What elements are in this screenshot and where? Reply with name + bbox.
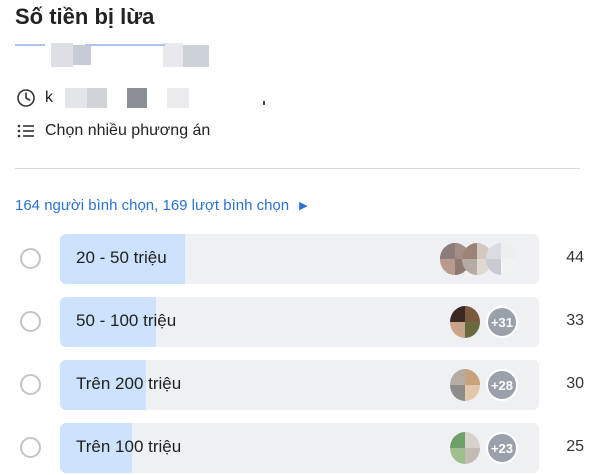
option-label: 50 - 100 triệu	[76, 311, 177, 330]
more-voters-badge[interactable]: +31	[486, 306, 518, 338]
deadline-blurred	[55, 87, 275, 109]
multi-choice-label: Chọn nhiều phương án	[45, 122, 211, 139]
avatar	[450, 432, 480, 464]
vote-count: 25	[566, 438, 584, 455]
option-bar[interactable]: 50 - 100 triệu +31	[60, 297, 539, 347]
avatar	[450, 306, 480, 338]
voter-avatars[interactable]: +28	[440, 369, 530, 403]
voter-avatars[interactable]: +23	[440, 432, 530, 466]
poll-option[interactable]: Trên 200 triệu +28 30	[15, 360, 590, 412]
poll-option[interactable]: Trên 100 triệu +23 25	[15, 423, 590, 475]
option-radio[interactable]	[20, 311, 41, 332]
option-label: Trên 100 triệu	[76, 437, 182, 456]
list-icon	[15, 120, 37, 142]
voter-avatars[interactable]	[440, 243, 530, 277]
more-voters-badge[interactable]: +23	[486, 432, 518, 464]
avatar	[486, 243, 516, 275]
divider	[15, 168, 580, 169]
option-bar[interactable]: Trên 100 triệu +23	[60, 423, 539, 473]
vote-summary-link[interactable]: 164 người bình chọn, 169 lượt bình chọn …	[15, 197, 308, 214]
clock-icon	[15, 87, 37, 109]
deadline-text: k	[45, 89, 53, 106]
voter-avatars[interactable]: +31	[440, 306, 530, 340]
vote-count: 30	[566, 375, 584, 392]
option-label: 20 - 50 triệu	[76, 248, 167, 267]
option-radio[interactable]	[20, 437, 41, 458]
more-voters-badge[interactable]: +28	[486, 369, 518, 401]
poll-title: Số tiền bị lừa	[15, 4, 155, 29]
option-label: Trên 200 triệu	[76, 374, 182, 393]
vote-summary-text: 164 người bình chọn, 169 lượt bình chọn	[15, 197, 290, 214]
vote-count: 44	[566, 249, 584, 266]
option-radio[interactable]	[20, 248, 41, 269]
option-bar[interactable]: Trên 200 triệu +28	[60, 360, 539, 410]
poll-option[interactable]: 50 - 100 triệu +31 33	[15, 297, 590, 349]
poll-option[interactable]: 20 - 50 triệu 44	[15, 234, 590, 286]
caret-right-icon: ▶	[299, 200, 308, 212]
deadline-row: k	[15, 87, 275, 109]
multi-choice-row: Chọn nhiều phương án	[15, 120, 210, 142]
avatar	[450, 369, 480, 401]
vote-count: 33	[566, 312, 584, 329]
option-radio[interactable]	[20, 374, 41, 395]
option-bar[interactable]: 20 - 50 triệu	[60, 234, 539, 284]
